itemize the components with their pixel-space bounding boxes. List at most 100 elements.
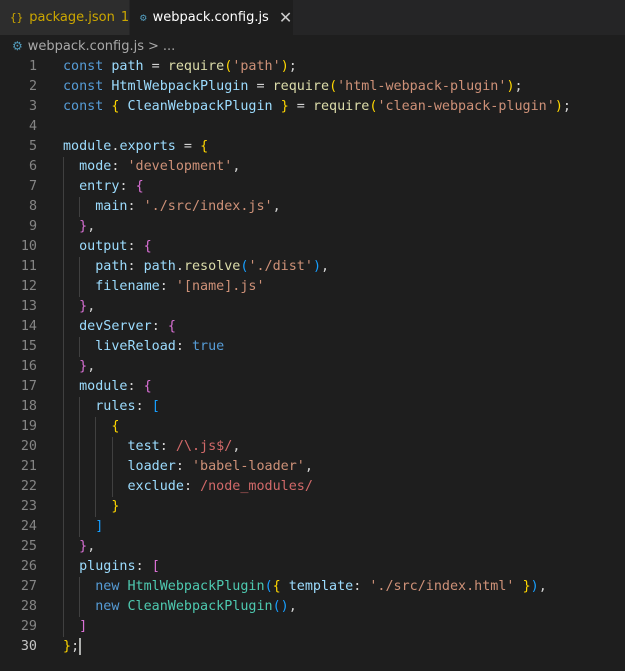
indent-guide bbox=[63, 557, 64, 577]
code-token: './src/index.html' bbox=[369, 579, 515, 594]
code-token: require bbox=[167, 59, 225, 74]
code-token: , bbox=[232, 439, 241, 454]
code-token: new bbox=[95, 579, 128, 594]
breadcrumb: ⚙ webpack.config.js > ... bbox=[0, 35, 625, 57]
indent-guide bbox=[63, 277, 64, 297]
code-line[interactable]: 29 ] bbox=[0, 617, 625, 637]
line-number: 21 bbox=[20, 459, 37, 474]
code-line[interactable]: 9 }, bbox=[0, 217, 625, 237]
code-line[interactable]: 5 module.exports = { bbox=[0, 137, 625, 157]
code-text: exclude: /node_modules/ bbox=[63, 477, 313, 497]
code-line[interactable]: 24 ] bbox=[0, 517, 625, 537]
code-line[interactable]: 18 rules: [ bbox=[0, 397, 625, 417]
indent-guide bbox=[79, 437, 81, 457]
line-number: 20 bbox=[20, 439, 37, 454]
line-number: 6 bbox=[28, 159, 37, 174]
code-token: { bbox=[143, 379, 152, 394]
line-number: 25 bbox=[20, 539, 37, 554]
line-number: 11 bbox=[20, 259, 37, 274]
code-line[interactable]: 4 bbox=[0, 117, 625, 137]
close-icon[interactable]: ✕ bbox=[279, 8, 292, 27]
indent-guide bbox=[63, 337, 64, 357]
code-token: , bbox=[87, 219, 96, 234]
code-token: : bbox=[127, 379, 144, 394]
code-line[interactable]: 28 new CleanWebpackPlugin(), bbox=[0, 597, 625, 617]
code-line[interactable]: 6 mode: 'development', bbox=[0, 157, 625, 177]
code-token: template bbox=[288, 579, 354, 594]
code-line[interactable]: 26 plugins: [ bbox=[0, 557, 625, 577]
code-token: /\.js$/ bbox=[175, 439, 233, 454]
code-line[interactable]: 20 test: /\.js$/, bbox=[0, 437, 625, 457]
code-line[interactable]: 19 { bbox=[0, 417, 625, 437]
code-token: test bbox=[127, 439, 160, 454]
code-token: } bbox=[79, 359, 88, 374]
code-line[interactable]: 16 }, bbox=[0, 357, 625, 377]
code-line[interactable]: 8 main: './src/index.js', bbox=[0, 197, 625, 217]
code-text: output: { bbox=[63, 237, 152, 257]
code-token: = bbox=[288, 99, 313, 114]
indent-guide bbox=[79, 577, 81, 597]
code-token: ; bbox=[514, 79, 523, 94]
webpack-file-icon: ⚙ bbox=[140, 11, 147, 24]
code-token: CleanWebpackPlugin bbox=[119, 99, 281, 114]
code-text: const HtmlWebpackPlugin = require('html-… bbox=[63, 77, 523, 97]
code-editor[interactable]: 1 const path = require('path'); 2 const Htm… bbox=[0, 57, 625, 657]
code-line[interactable]: 14 devServer: { bbox=[0, 317, 625, 337]
code-line[interactable]: 12 filename: '[name].js' bbox=[0, 277, 625, 297]
code-token: 'html-webpack-plugin' bbox=[337, 79, 507, 94]
code-text: { bbox=[63, 417, 119, 437]
tab-webpack-config[interactable]: ⚙ webpack.config.js ✕ bbox=[130, 0, 294, 35]
code-token: : bbox=[111, 159, 128, 174]
code-line[interactable]: 27 new HtmlWebpackPlugin({ template: './… bbox=[0, 577, 625, 597]
code-token: } bbox=[79, 539, 88, 554]
indent-guide bbox=[111, 477, 113, 497]
indent-guide bbox=[111, 457, 113, 477]
code-token: rules bbox=[95, 399, 136, 414]
code-token: ( bbox=[264, 579, 273, 594]
code-line[interactable]: 7 entry: { bbox=[0, 177, 625, 197]
tab-package-json[interactable]: {} package.json 1 bbox=[0, 0, 130, 35]
code-token: ) bbox=[506, 79, 515, 94]
code-line[interactable]: 2 const HtmlWebpackPlugin = require('html… bbox=[0, 77, 625, 97]
code-line[interactable]: 22 exclude: /node_modules/ bbox=[0, 477, 625, 497]
code-line[interactable]: 1 const path = require('path'); bbox=[0, 57, 625, 77]
breadcrumb-file[interactable]: webpack.config.js bbox=[28, 39, 144, 54]
indent-guide bbox=[63, 217, 64, 237]
line-number: 28 bbox=[20, 599, 37, 614]
line-number: 8 bbox=[28, 199, 37, 214]
code-line[interactable]: 30}; bbox=[0, 637, 625, 657]
code-token: resolve bbox=[183, 259, 241, 274]
indent-guide bbox=[95, 497, 97, 517]
code-token: } bbox=[79, 219, 88, 234]
code-token: } bbox=[111, 499, 120, 514]
code-line[interactable]: 3 const { CleanWebpackPlugin } = require(… bbox=[0, 97, 625, 117]
indent-guide bbox=[63, 197, 64, 217]
code-text: }, bbox=[63, 357, 95, 377]
line-number: 30 bbox=[20, 639, 37, 654]
code-line[interactable]: 13 }, bbox=[0, 297, 625, 317]
code-line[interactable]: 10 output: { bbox=[0, 237, 625, 257]
indent-guide bbox=[63, 417, 64, 437]
indent-guide bbox=[79, 337, 81, 357]
code-line[interactable]: 23 } bbox=[0, 497, 625, 517]
code-token: '[name].js' bbox=[175, 279, 265, 294]
code-line[interactable]: 21 loader: 'babel-loader', bbox=[0, 457, 625, 477]
code-line[interactable]: 11 path: path.resolve('./dist'), bbox=[0, 257, 625, 277]
code-line[interactable]: 15 liveReload: true bbox=[0, 337, 625, 357]
indent-guide bbox=[79, 597, 81, 617]
code-token: , bbox=[87, 359, 96, 374]
code-line[interactable]: 17 module: { bbox=[0, 377, 625, 397]
code-token: entry bbox=[79, 179, 120, 194]
line-number: 3 bbox=[28, 99, 37, 114]
breadcrumb-symbol[interactable]: ... bbox=[163, 39, 175, 54]
code-text: mode: 'development', bbox=[63, 157, 240, 177]
line-number: 10 bbox=[20, 239, 37, 254]
indent-guide bbox=[63, 377, 64, 397]
code-token: { bbox=[111, 419, 120, 434]
indent-guide bbox=[63, 317, 64, 337]
code-text: const { CleanWebpackPlugin } = require('… bbox=[63, 97, 571, 117]
code-line[interactable]: 25 }, bbox=[0, 537, 625, 557]
code-token: liveReload bbox=[95, 339, 176, 354]
code-token: = bbox=[175, 139, 201, 154]
